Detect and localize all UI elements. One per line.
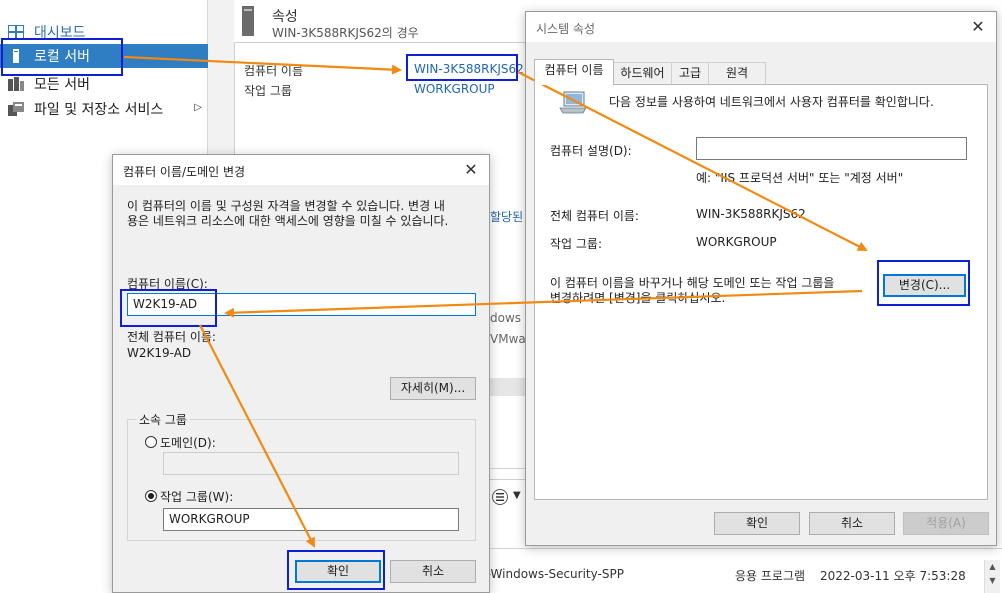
tab-computer-name[interactable]: 컴퓨터 이름 <box>534 59 614 85</box>
annotation-arrows <box>123 55 868 548</box>
annotation-arrow <box>224 289 863 318</box>
annotation-arrow <box>517 71 868 251</box>
annotation-arrow <box>199 324 315 548</box>
annotation-arrow <box>123 55 402 75</box>
